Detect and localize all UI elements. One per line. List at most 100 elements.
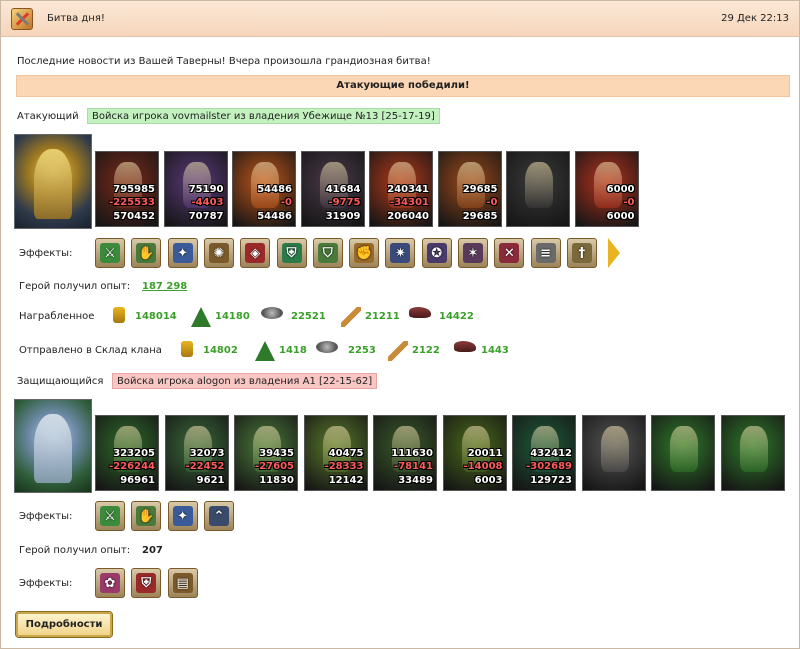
unit-count-b: -9775 — [328, 197, 361, 208]
magic-hand-icon[interactable]: ✦ — [167, 501, 198, 531]
resource-value: 14422 — [439, 311, 474, 322]
dragon-icon-glyph: ✷ — [390, 243, 411, 263]
battle-date: 29 Дек 22:13 — [721, 13, 789, 24]
unit-count-a: 41684 — [325, 184, 361, 195]
fist-icon-glyph: ✊ — [354, 243, 375, 263]
attacker-unit[interactable]: 29685 -0 29685 — [437, 151, 502, 227]
defender-unit[interactable]: 20011 -14008 6003 — [442, 415, 507, 491]
unit-count-b: -28333 — [324, 461, 364, 472]
defender-unit[interactable]: 32073 -22452 9621 — [164, 415, 229, 491]
gold-icon — [113, 307, 125, 323]
wolf-icon[interactable]: ✺ — [203, 238, 234, 268]
defender-unit[interactable] — [720, 415, 785, 491]
unit-count-c: 33489 — [398, 475, 433, 486]
unit-count-a: 32073 — [189, 448, 225, 459]
unit-count-c: 6000 — [606, 211, 635, 222]
unit-count-c: 11830 — [259, 475, 294, 486]
attacker-hero-portrait[interactable] — [14, 134, 92, 229]
loot-label: Награбленное — [19, 311, 95, 322]
defender-unit[interactable]: 111630 -78141 33489 — [373, 415, 437, 491]
magic-hand-icon[interactable]: ✦ — [167, 238, 198, 268]
resource-value: 1443 — [481, 345, 509, 356]
shield-icon-glyph: ⛨ — [281, 243, 302, 263]
defender-unit[interactable] — [581, 415, 646, 491]
crossed-blades-icon-glyph: ✕ — [499, 243, 520, 263]
shield-icon[interactable]: ⛨ — [131, 568, 162, 598]
unit-count-b: -302689 — [526, 461, 572, 472]
defender-unit[interactable]: 323205 -226244 96961 — [95, 415, 159, 491]
defender-unit[interactable]: 432412 -302689 129723 — [512, 415, 576, 491]
defender-effects-label: Эффекты: — [19, 511, 73, 522]
book-icon-glyph: ▤ — [172, 573, 193, 593]
unit-count-b: -0 — [486, 197, 498, 208]
details-button[interactable]: Подробности — [16, 612, 112, 637]
magic-hand-icon-glyph: ✦ — [172, 243, 193, 263]
attacker-unit[interactable] — [506, 151, 570, 227]
ore-icon — [316, 341, 338, 353]
attacker-unit[interactable]: 6000 -0 6000 — [574, 151, 639, 227]
unit-count-b: -22452 — [185, 461, 225, 472]
pentagram-icon[interactable]: ✪ — [421, 238, 452, 268]
attacker-unit[interactable]: 240341 -34301 206040 — [369, 151, 433, 227]
resource-value: 2122 — [412, 345, 440, 356]
book-icon[interactable]: ▤ — [167, 568, 198, 598]
unit-count-c: 96961 — [120, 475, 155, 486]
defender-unit[interactable]: 39435 -27605 11830 — [234, 415, 298, 491]
defender-unit[interactable] — [651, 415, 715, 491]
resource-value: 2253 — [348, 345, 376, 356]
defender-exp-label: Герой получил опыт: — [19, 545, 131, 556]
dagger-icon-glyph: † — [571, 243, 592, 263]
potion-icon[interactable]: ✿ — [95, 568, 125, 598]
unit-count-a: 323205 — [113, 448, 155, 459]
spikes-icon[interactable]: ✶ — [458, 238, 488, 268]
unit-count-a: 432412 — [530, 448, 572, 459]
defender-exp-value: 207 — [142, 545, 163, 556]
unit-count-a: 795985 — [113, 184, 155, 195]
fist-icon[interactable]: ✊ — [349, 238, 380, 268]
title-bar: Битва дня! 29 Дек 22:13 — [1, 1, 799, 37]
unit-count-c: 129723 — [530, 475, 572, 486]
battle-window: Битва дня! 29 Дек 22:13 Последние новост… — [0, 0, 800, 649]
more-effects-arrow-icon[interactable] — [608, 238, 620, 268]
unit-count-b: -0 — [280, 197, 292, 208]
unit-count-c: 570452 — [113, 211, 155, 222]
dragon-icon[interactable]: ✷ — [385, 238, 416, 268]
unit-count-b: -14008 — [463, 461, 503, 472]
result-banner: Атакующие победили! — [16, 75, 790, 97]
attacker-unit[interactable]: 75190 -4403 70787 — [163, 151, 228, 227]
chevron-up-icon[interactable]: ⌃ — [203, 501, 234, 531]
shield-icon-glyph: ⛨ — [136, 573, 157, 593]
resource-value: 1418 — [279, 345, 307, 356]
ore-icon — [261, 307, 283, 319]
handshake-icon[interactable]: ✋ — [131, 238, 162, 268]
attacker-tag: Войска игрока vovmailster из владения Уб… — [87, 108, 440, 124]
dice-icon[interactable]: ◈ — [240, 238, 271, 268]
sword-icon[interactable]: ⚔ — [95, 238, 125, 268]
scroll-icon[interactable]: ≡ — [530, 238, 561, 268]
unit-count-a: 40475 — [328, 448, 364, 459]
attacker-unit[interactable]: 54486 -0 54486 — [232, 151, 296, 227]
unit-count-c: 6003 — [474, 475, 503, 486]
unit-count-b: -34301 — [390, 197, 429, 208]
crossed-blades-icon[interactable]: ✕ — [494, 238, 525, 268]
wolf-icon-glyph: ✺ — [208, 243, 229, 263]
resource-value: 21211 — [365, 311, 400, 322]
attacker-exp-value[interactable]: 187 298 — [142, 281, 187, 292]
dice-icon-glyph: ◈ — [245, 243, 266, 263]
attacker-unit[interactable]: 795985 -225533 570452 — [95, 151, 159, 227]
wheat-icon — [388, 341, 408, 361]
sword-icon[interactable]: ⚔ — [95, 501, 125, 531]
defender-hero-portrait[interactable] — [14, 399, 92, 493]
defender-unit[interactable]: 40475 -28333 12142 — [303, 415, 368, 491]
unit-count-a: 20011 — [467, 448, 503, 459]
handshake-icon[interactable]: ✋ — [131, 501, 162, 531]
crossed-swords-icon — [11, 8, 33, 30]
shield-icon[interactable]: ⛨ — [276, 238, 307, 268]
shield-hand-icon[interactable]: ⛉ — [312, 238, 343, 268]
unit-count-a: 75190 — [188, 184, 224, 195]
unit-count-c: 29685 — [462, 211, 498, 222]
dagger-icon[interactable]: † — [566, 238, 597, 268]
unit-count-b: -226244 — [109, 461, 155, 472]
unit-count-c: 31909 — [325, 211, 361, 222]
attacker-unit[interactable]: 41684 -9775 31909 — [300, 151, 365, 227]
